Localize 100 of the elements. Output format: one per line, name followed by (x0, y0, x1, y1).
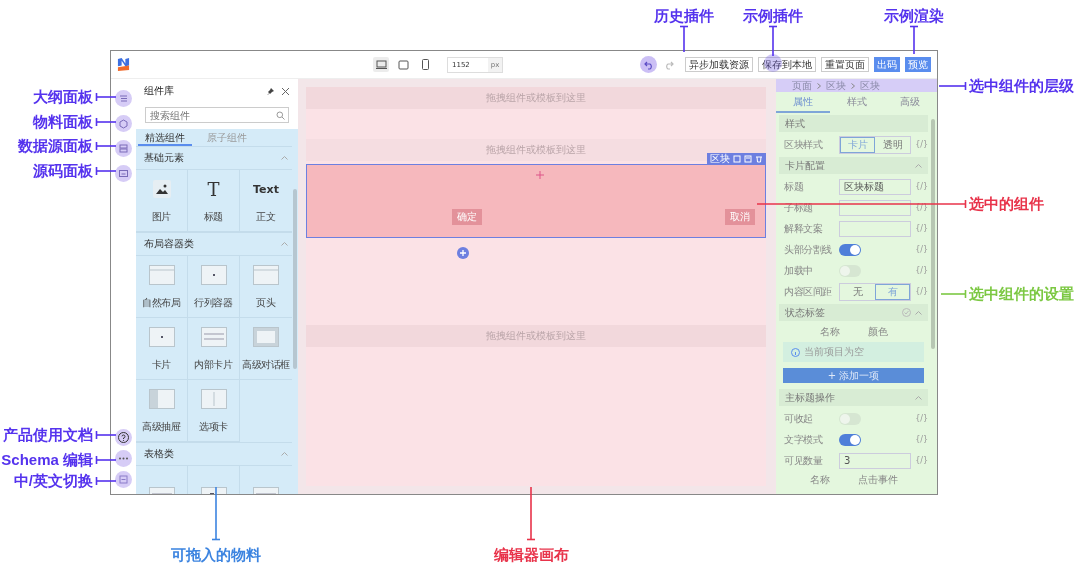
chevron-right-icon (817, 82, 821, 89)
leader-line (769, 26, 777, 56)
variable-binding[interactable]: {/} (914, 140, 928, 149)
segment-option[interactable]: 无 (840, 283, 875, 300)
variable-binding[interactable]: {/} (914, 182, 928, 191)
field-label: 内容区间距 (784, 284, 833, 299)
callout-label: 物料面板 (33, 112, 93, 132)
cube-icon[interactable] (115, 115, 132, 132)
settings-tab[interactable]: 样式 (829, 92, 884, 113)
selected-block[interactable]: 确定 取消 (306, 164, 766, 238)
leader-line (212, 487, 220, 540)
text-field[interactable] (839, 220, 911, 237)
variable-binding[interactable]: {/} (914, 266, 928, 275)
add-icon[interactable] (457, 247, 469, 259)
variable-binding[interactable]: {/} (914, 224, 928, 233)
group-title: 布局容器类 (144, 237, 194, 251)
leader-line (527, 487, 535, 540)
database-icon[interactable] (115, 140, 132, 157)
settings-tab[interactable]: 属性 (776, 92, 830, 113)
breadcrumb-item[interactable]: 区块 (826, 80, 846, 91)
undo-button[interactable] (640, 56, 657, 73)
leader-line (96, 456, 116, 464)
toggle-switch[interactable] (839, 433, 861, 446)
translate-icon[interactable] (115, 471, 132, 488)
segment-option[interactable]: 有 (875, 283, 910, 300)
text-field[interactable] (839, 199, 911, 216)
chevron-up-icon[interactable] (281, 156, 288, 160)
callout-label: 中/英文切换 (13, 471, 93, 491)
save-icon[interactable] (744, 154, 752, 163)
text-field[interactable]: 区块标题 (839, 178, 911, 195)
variable-binding[interactable]: {/} (914, 435, 928, 444)
group-title: 基础元素 (144, 151, 184, 165)
component-item[interactable]: T (199, 177, 228, 201)
chevron-up-icon[interactable] (281, 452, 288, 456)
component-label: 图片 (151, 210, 172, 224)
breadcrumb-item[interactable]: 页面 (792, 80, 812, 91)
variable-binding[interactable]: {/} (914, 287, 928, 296)
component-label: 高级对话框 (242, 358, 290, 372)
field-label: 文字模式 (784, 432, 824, 447)
scrollbar[interactable] (293, 189, 297, 369)
primary-button[interactable]: 预览 (905, 57, 931, 72)
column-header: 名称 (809, 473, 830, 487)
chevron-up-icon[interactable] (281, 242, 288, 246)
search-field[interactable]: 搜索组件 (145, 107, 289, 123)
chevron-up-icon[interactable] (915, 395, 922, 400)
component-label: 内部卡片 (194, 358, 233, 372)
primary-button[interactable]: 出码 (874, 57, 900, 72)
component-label: 页头 (256, 296, 276, 310)
block-tag[interactable]: 区块 (710, 153, 730, 164)
toolbar-button[interactable]: 异步加载资源 (685, 57, 753, 72)
check-circle-icon[interactable] (902, 308, 911, 317)
component-label: 正文 (256, 210, 276, 224)
toggle-switch[interactable] (839, 412, 861, 425)
component-label: 标题 (203, 210, 224, 224)
text-field[interactable]: 3 (839, 452, 911, 469)
callout-label: 示例渲染 (883, 6, 945, 26)
callout-label: 数据源面板 (18, 136, 93, 156)
variable-binding[interactable]: {/} (914, 414, 928, 423)
toolbar-button[interactable]: 保存到本地 (758, 57, 816, 72)
desktop-view-button[interactable] (373, 57, 389, 72)
callout-label: 历史插件 (653, 6, 715, 26)
pin-icon[interactable] (267, 86, 275, 96)
segment-option[interactable]: 透明 (875, 136, 910, 153)
panel-title: 组件库 (144, 84, 174, 98)
panel-tab[interactable]: 精选组件 (138, 129, 192, 146)
move-icon[interactable] (536, 171, 544, 179)
more-icon[interactable] (115, 450, 132, 467)
segment-option[interactable]: 卡片 (840, 136, 875, 153)
component-item[interactable]: Text (252, 177, 280, 201)
undo-icon (643, 59, 654, 70)
chevron-up-icon[interactable] (915, 163, 922, 168)
panel-tab[interactable]: 原子组件 (200, 129, 254, 146)
close-icon[interactable] (281, 86, 290, 96)
add-item-button[interactable]: + 添加一项 (783, 368, 924, 383)
toolbar-button[interactable]: 重置页面 (821, 57, 869, 72)
delete-icon[interactable] (755, 154, 763, 163)
callout-label: 示例插件 (742, 6, 804, 26)
scrollbar[interactable] (931, 119, 935, 349)
callout-label: 可拖入的物料 (170, 545, 262, 565)
breadcrumb-item[interactable]: 区块 (860, 80, 880, 91)
list-icon[interactable] (115, 90, 132, 107)
variable-binding[interactable]: {/} (914, 456, 928, 465)
chevron-up-icon[interactable] (915, 310, 922, 315)
block-button[interactable]: 确定 (452, 209, 482, 225)
variable-binding[interactable]: {/} (914, 203, 928, 212)
field-label: 头部分割线 (784, 242, 833, 257)
leader-line (939, 82, 966, 90)
toggle-switch[interactable] (839, 243, 861, 256)
leader-line (96, 142, 116, 150)
copy-icon[interactable] (733, 154, 741, 163)
code-icon[interactable] (115, 165, 132, 182)
field-label: 加载中 (784, 263, 814, 278)
help-icon[interactable] (115, 429, 132, 446)
redo-icon[interactable] (664, 59, 674, 70)
tablet-view-button[interactable] (395, 57, 411, 72)
block-button[interactable]: 取消 (725, 209, 755, 225)
variable-binding[interactable]: {/} (914, 245, 928, 254)
settings-tab[interactable]: 高级 (883, 92, 937, 113)
column-header: 点击事件 (857, 473, 898, 487)
toggle-switch[interactable] (839, 264, 861, 277)
